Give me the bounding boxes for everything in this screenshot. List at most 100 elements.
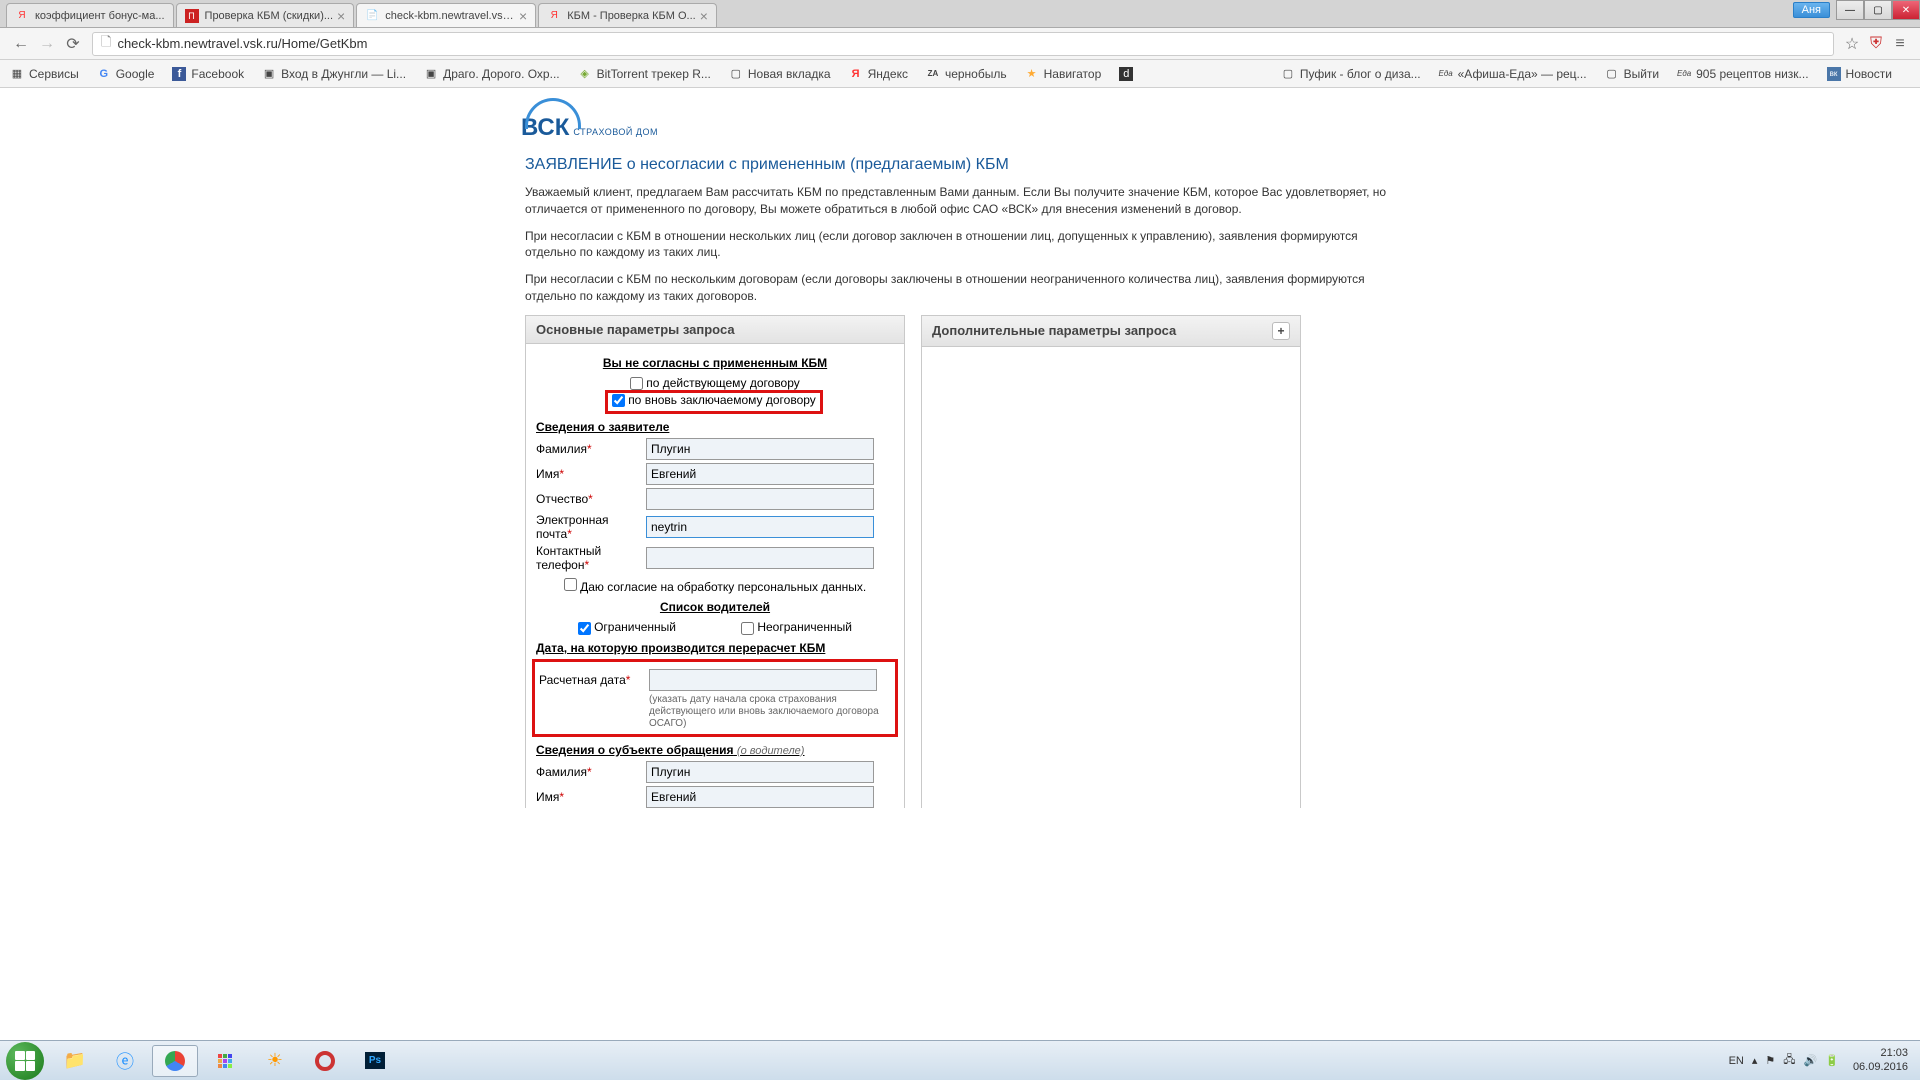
windows-taskbar: 📁 ⓔ ☀ Ps EN ▴ ⚑ 🖧 🔊 🔋 21:03 06.09.2016 bbox=[0, 1040, 1920, 1080]
chrome-menu-button[interactable]: ≡ bbox=[1888, 35, 1912, 53]
close-icon[interactable]: × bbox=[519, 8, 527, 24]
window-maximize-button[interactable]: ▢ bbox=[1864, 0, 1892, 20]
input-subj-firstname[interactable] bbox=[646, 786, 874, 808]
panel-header[interactable]: Дополнительные параметры запроса + bbox=[922, 316, 1300, 347]
checkbox-new-contract[interactable]: по вновь заключаемому договору bbox=[612, 393, 816, 407]
bookmark-item[interactable]: Еда905 рецептов низк... bbox=[1677, 67, 1808, 81]
checkbox-input[interactable] bbox=[578, 622, 591, 635]
system-tray: EN ▴ ⚑ 🖧 🔊 🔋 21:03 06.09.2016 bbox=[1725, 1047, 1914, 1073]
taskbar-explorer[interactable]: 📁 bbox=[52, 1045, 98, 1077]
bookmark-item[interactable]: вкНовости bbox=[1827, 67, 1892, 81]
checkbox-input[interactable] bbox=[564, 578, 577, 591]
bookmark-star-icon[interactable]: ☆ bbox=[1840, 34, 1864, 54]
browser-tab[interactable]: Я КБМ - Проверка КБМ О... × bbox=[538, 3, 717, 27]
logo: ВСК СТРАХОВОЙ ДОМ bbox=[525, 96, 1395, 142]
tray-flag-icon[interactable]: ⚑ bbox=[1765, 1054, 1775, 1067]
tray-clock[interactable]: 21:03 06.09.2016 bbox=[1853, 1047, 1908, 1073]
section-disagree-header: Вы не согласны с примененным КБМ bbox=[536, 356, 894, 370]
yandex-icon: Я bbox=[849, 67, 863, 81]
logo-swoosh-icon bbox=[525, 96, 575, 114]
label-patronymic: Отчество* bbox=[536, 492, 646, 506]
tray-lang[interactable]: EN bbox=[1729, 1055, 1744, 1067]
bookmark-item[interactable]: Еда «Афиша-Еда» — рец... bbox=[1439, 67, 1587, 81]
site-icon: ▣ bbox=[424, 67, 438, 81]
label-calcdate: Расчетная дата* bbox=[539, 673, 649, 687]
taskbar-photoshop[interactable]: Ps bbox=[352, 1045, 398, 1077]
tray-time: 21:03 bbox=[1853, 1047, 1908, 1060]
checkbox-unlimited[interactable]: Неограниченный bbox=[741, 620, 852, 634]
browser-tab-active[interactable]: 📄 check-kbm.newtravel.vsk... × bbox=[356, 3, 536, 27]
bookmark-label: «Афиша-Еда» — рец... bbox=[1458, 67, 1587, 81]
bookmark-item[interactable]: ▦Сервисы bbox=[10, 67, 79, 81]
bookmark-label: Сервисы bbox=[29, 67, 79, 81]
bookmark-label: 905 рецептов низк... bbox=[1696, 67, 1808, 81]
checkbox-active-contract[interactable]: по действующему договору bbox=[630, 376, 800, 390]
favicon-yandex-icon: Я bbox=[547, 9, 561, 23]
eda-icon: Еда bbox=[1439, 67, 1453, 81]
checkbox-label: Даю согласие на обработку персональных д… bbox=[580, 580, 866, 594]
taskbar-app[interactable]: ☀ bbox=[252, 1045, 298, 1077]
site-icon: ZA bbox=[926, 67, 940, 81]
input-calcdate[interactable] bbox=[649, 669, 877, 691]
bookmark-item[interactable]: ▢Выйти bbox=[1605, 67, 1660, 81]
section-subject-header: Сведения о субъекте обращения (о водител… bbox=[536, 743, 894, 757]
checkbox-input[interactable] bbox=[612, 394, 625, 407]
tray-volume-icon[interactable]: 🔊 bbox=[1804, 1054, 1818, 1067]
browser-tab[interactable]: Я коэффициент бонус-ма... bbox=[6, 3, 174, 27]
nav-forward-button[interactable]: → bbox=[34, 31, 60, 57]
page-content: ВСК СТРАХОВОЙ ДОМ ЗАЯВЛЕНИЕ о несогласии… bbox=[0, 88, 1920, 808]
input-phone[interactable] bbox=[646, 547, 874, 569]
checkbox-input[interactable] bbox=[741, 622, 754, 635]
tray-battery-icon[interactable]: 🔋 bbox=[1825, 1054, 1839, 1067]
site-icon: ▢ bbox=[1281, 67, 1295, 81]
bookmark-item[interactable]: GGoogle bbox=[97, 67, 155, 81]
panel-title: Дополнительные параметры запроса bbox=[932, 323, 1176, 338]
window-minimize-button[interactable]: — bbox=[1836, 0, 1864, 20]
bookmark-item[interactable]: ★Навигатор bbox=[1025, 67, 1102, 81]
panel-header[interactable]: Основные параметры запроса bbox=[526, 316, 904, 344]
bookmark-item[interactable]: ▢Новая вкладка bbox=[729, 67, 831, 81]
start-button[interactable] bbox=[6, 1042, 44, 1080]
tray-network-icon[interactable]: 🖧 bbox=[1783, 1051, 1795, 1070]
bookmark-item[interactable]: ▣Вход в Джунгли — Li... bbox=[262, 67, 406, 81]
address-bar[interactable]: 🗋 check-kbm.newtravel.vsk.ru/Home/GetKbm bbox=[92, 32, 1834, 56]
expand-icon[interactable]: + bbox=[1272, 322, 1290, 340]
close-icon[interactable]: × bbox=[700, 8, 708, 24]
bookmark-item[interactable]: ◈BitTorrent трекер R... bbox=[578, 67, 711, 81]
label-firstname: Имя* bbox=[536, 467, 646, 481]
input-email[interactable] bbox=[646, 516, 874, 538]
taskbar-chrome[interactable] bbox=[152, 1045, 198, 1077]
nav-reload-button[interactable]: ⟳ bbox=[60, 31, 86, 57]
window-close-button[interactable]: ✕ bbox=[1892, 0, 1920, 20]
bookmark-item[interactable]: ▢Пуфик - блог о диза... bbox=[1281, 67, 1421, 81]
adblock-icon[interactable]: ⛨ bbox=[1864, 35, 1888, 53]
bookmark-item[interactable]: ZAчернобыль bbox=[926, 67, 1007, 81]
input-firstname[interactable] bbox=[646, 463, 874, 485]
input-lastname[interactable] bbox=[646, 438, 874, 460]
tray-show-hidden-icon[interactable]: ▴ bbox=[1752, 1054, 1758, 1067]
section-drivers-header: Список водителей bbox=[536, 600, 894, 614]
checkbox-label: по вновь заключаемому договору bbox=[628, 393, 816, 407]
contract-type-row: по действующему договору по вновь заключ… bbox=[536, 376, 894, 415]
taskbar-opera[interactable] bbox=[302, 1045, 348, 1077]
checkbox-limited[interactable]: Ограниченный bbox=[578, 620, 676, 634]
google-icon: G bbox=[97, 67, 111, 81]
hint-calcdate: (указать дату начала срока страхования д… bbox=[649, 694, 891, 730]
input-subj-lastname[interactable] bbox=[646, 761, 874, 783]
bookmark-item[interactable]: fFacebook bbox=[172, 67, 244, 81]
nav-back-button[interactable]: ← bbox=[8, 31, 34, 57]
bookmark-item[interactable]: ▣Драго. Дорого. Охр... bbox=[424, 67, 560, 81]
checkbox-input[interactable] bbox=[630, 377, 643, 390]
bookmark-item[interactable]: d bbox=[1119, 67, 1138, 81]
bookmark-item[interactable]: ЯЯндекс bbox=[849, 67, 908, 81]
chrome-user-badge[interactable]: Аня bbox=[1793, 2, 1830, 18]
site-icon: ▢ bbox=[1605, 67, 1619, 81]
checkbox-consent[interactable]: Даю согласие на обработку персональных д… bbox=[564, 580, 867, 594]
input-patronymic[interactable] bbox=[646, 488, 874, 510]
taskbar-ie[interactable]: ⓔ bbox=[102, 1045, 148, 1077]
close-icon[interactable]: × bbox=[337, 8, 345, 24]
browser-tab[interactable]: П Проверка КБМ (скидки)... × bbox=[176, 3, 355, 27]
taskbar-app[interactable] bbox=[202, 1045, 248, 1077]
bookmark-label: Вход в Джунгли — Li... bbox=[281, 67, 406, 81]
label-subj-firstname: Имя* bbox=[536, 790, 646, 804]
